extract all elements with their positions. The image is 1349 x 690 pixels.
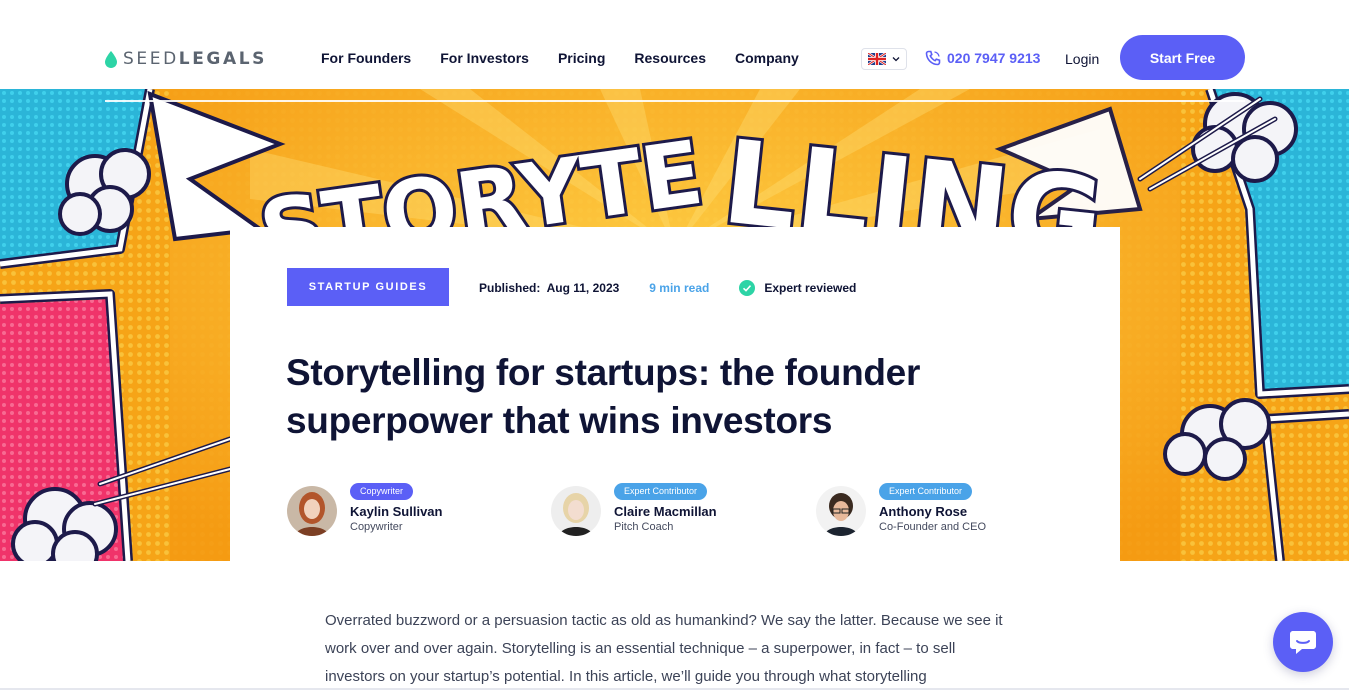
- published-label: Published:: [479, 281, 541, 295]
- published-date: Aug 11, 2023: [546, 281, 620, 295]
- author-role: Copywriter: [350, 521, 403, 533]
- phone-number: 020 7947 9213: [947, 50, 1041, 66]
- site-header: SEEDLEGALS For Founders For Investors Pr…: [0, 0, 1349, 89]
- main-nav: For Founders For Investors Pricing Resou…: [321, 50, 828, 66]
- author-role: Pitch Coach: [614, 521, 674, 533]
- drop-icon: [105, 50, 117, 68]
- author-avatar: [287, 486, 337, 536]
- author-avatar: [551, 486, 601, 536]
- nav-company[interactable]: Company: [735, 50, 799, 66]
- published-info: Published: Aug 11, 2023: [479, 281, 619, 295]
- login-link[interactable]: Login: [1065, 51, 1099, 67]
- article-meta: Published: Aug 11, 2023 9 min read Exper…: [479, 280, 856, 296]
- nav-for-founders[interactable]: For Founders: [321, 50, 411, 66]
- author-name: Claire Macmillan: [614, 504, 717, 519]
- logo-text-legals: LEGALS: [178, 49, 267, 69]
- seedlegals-logo[interactable]: SEEDLEGALS: [105, 49, 267, 69]
- author-card[interactable]: Expert Contributor Anthony Rose Co-Found…: [816, 483, 986, 536]
- uk-flag-icon: [868, 53, 886, 65]
- author-badge: Copywriter: [350, 483, 414, 500]
- author-name: Anthony Rose: [879, 504, 968, 519]
- author-badge: Expert Contributor: [879, 483, 973, 500]
- chat-widget-button[interactable]: [1273, 612, 1333, 672]
- nav-pricing[interactable]: Pricing: [558, 50, 605, 66]
- category-tag[interactable]: STARTUP GUIDES: [287, 268, 449, 306]
- nav-for-investors[interactable]: For Investors: [440, 50, 529, 66]
- article-title: Storytelling for startups: the founder s…: [286, 352, 921, 441]
- author-avatar: [816, 486, 866, 536]
- header-divider: [105, 100, 1245, 102]
- article-header-card: STARTUP GUIDES Published: Aug 11, 2023 9…: [230, 227, 1120, 561]
- nav-resources[interactable]: Resources: [634, 50, 706, 66]
- author-info: Copywriter Kaylin Sullivan Copywriter: [350, 483, 443, 535]
- language-selector[interactable]: [861, 48, 907, 70]
- phone-link[interactable]: 020 7947 9213: [925, 50, 1040, 66]
- author-info: Expert Contributor Anthony Rose Co-Found…: [879, 483, 986, 535]
- author-role: Co-Founder and CEO: [879, 521, 986, 533]
- author-name: Kaylin Sullivan: [350, 504, 443, 519]
- author-badge: Expert Contributor: [614, 483, 708, 500]
- author-info: Expert Contributor Claire Macmillan Pitc…: [614, 483, 717, 535]
- chevron-down-icon: [892, 57, 900, 62]
- start-free-button[interactable]: Start Free: [1120, 35, 1245, 80]
- read-time: 9 min read: [649, 281, 710, 295]
- expert-reviewed: Expert reviewed: [764, 281, 857, 295]
- author-photo: [287, 486, 337, 536]
- author-card[interactable]: Expert Contributor Claire Macmillan Pitc…: [551, 483, 717, 536]
- author-photo: [816, 486, 866, 536]
- check-circle-icon: [739, 280, 756, 296]
- article-intro: Overrated buzzword or a persuasion tacti…: [325, 612, 1003, 685]
- logo-text-seed: SEED: [123, 49, 179, 69]
- author-photo: [551, 486, 601, 536]
- author-card[interactable]: Copywriter Kaylin Sullivan Copywriter: [287, 483, 443, 536]
- phone-icon: [925, 50, 941, 66]
- chat-bubble-icon: [1290, 631, 1316, 654]
- logo-text: SEEDLEGALS: [123, 49, 267, 69]
